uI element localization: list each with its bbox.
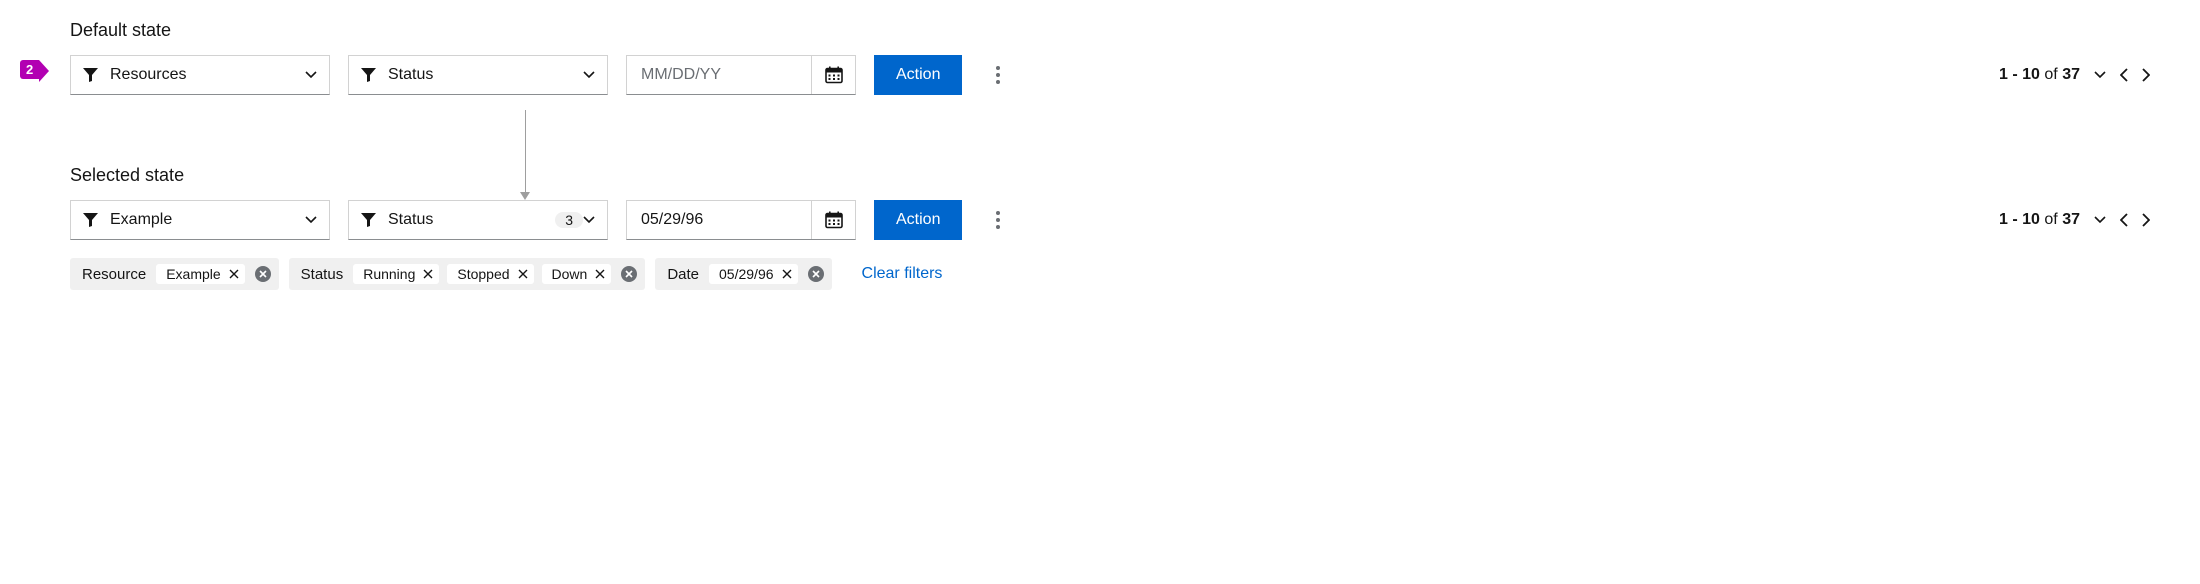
calendar-button[interactable]: [811, 56, 855, 94]
status-filter-label: Status: [388, 66, 583, 84]
filter-chips-row: Resource Example Status Running Stopped: [70, 258, 2150, 290]
pagination-next-button[interactable]: [2142, 213, 2150, 227]
pagination: 1 - 10 of 37: [1999, 211, 2150, 229]
filter-icon: [83, 213, 98, 227]
calendar-icon: [825, 211, 843, 229]
selected-state-section: Selected state Example Status 3 05/29/96: [50, 165, 2150, 290]
chip-text: Running: [363, 266, 415, 282]
kebab-menu-button[interactable]: [980, 57, 1016, 93]
chip-group-close-button[interactable]: [808, 266, 824, 282]
filter-icon: [83, 68, 98, 82]
caret-down-icon: [305, 216, 317, 224]
pagination: 1 - 10 of 37: [1999, 66, 2150, 84]
kebab-icon: [996, 211, 1000, 229]
date-placeholder: MM/DD/YY: [641, 66, 721, 84]
chip-text: Down: [552, 266, 588, 282]
filter-chip: Running: [353, 264, 439, 284]
chip-group-label: Date: [667, 266, 699, 283]
pagination-prev-button[interactable]: [2120, 68, 2128, 82]
action-button[interactable]: Action: [874, 200, 962, 240]
chip-remove-button[interactable]: [595, 269, 605, 279]
chip-group-label: Resource: [82, 266, 146, 283]
chip-remove-button[interactable]: [518, 269, 528, 279]
pagination-prev-button[interactable]: [2120, 213, 2128, 227]
clear-filters-link[interactable]: Clear filters: [862, 265, 943, 283]
filter-chip: Example: [156, 264, 244, 284]
filter-chip: 05/29/96: [709, 264, 798, 284]
date-input[interactable]: 05/29/96: [626, 200, 856, 240]
kebab-menu-button[interactable]: [980, 202, 1016, 238]
caret-down-icon: [583, 216, 595, 224]
action-button[interactable]: Action: [874, 55, 962, 95]
default-state-section: 2 Default state Resources Status MM/DD/Y…: [50, 20, 2150, 95]
filter-icon: [361, 213, 376, 227]
pagination-next-button[interactable]: [2142, 68, 2150, 82]
filter-chip: Stopped: [447, 264, 533, 284]
default-state-title: Default state: [70, 20, 2150, 41]
resources-filter-label: Example: [110, 211, 305, 229]
filter-icon: [361, 68, 376, 82]
chip-remove-button[interactable]: [229, 269, 239, 279]
date-input[interactable]: MM/DD/YY: [626, 55, 856, 95]
status-filter-label: Status: [388, 211, 545, 229]
pagination-text: 1 - 10 of 37: [1999, 211, 2080, 229]
status-filter-dropdown[interactable]: Status: [348, 55, 608, 95]
default-toolbar: Resources Status MM/DD/YY Action: [70, 55, 2150, 95]
caret-down-icon: [305, 71, 317, 79]
chip-group-close-button[interactable]: [621, 266, 637, 282]
chip-text: Stopped: [457, 266, 509, 282]
pagination-dropdown-toggle[interactable]: [2094, 71, 2106, 79]
calendar-button[interactable]: [811, 201, 855, 239]
chip-remove-button[interactable]: [782, 269, 792, 279]
chip-group-label: Status: [301, 266, 344, 283]
status-count-badge: 3: [555, 212, 583, 228]
chip-text: 05/29/96: [719, 266, 774, 282]
resource-chip-group: Resource Example: [70, 258, 279, 290]
selected-toolbar: Example Status 3 05/29/96 Action: [70, 200, 2150, 240]
resources-filter-dropdown[interactable]: Example: [70, 200, 330, 240]
chip-group-close-button[interactable]: [255, 266, 271, 282]
resources-filter-label: Resources: [110, 66, 305, 84]
caret-down-icon: [583, 71, 595, 79]
pagination-dropdown-toggle[interactable]: [2094, 216, 2106, 224]
calendar-icon: [825, 66, 843, 84]
chip-text: Example: [166, 266, 220, 282]
selected-state-title: Selected state: [70, 165, 2150, 186]
annotation-badge: 2: [20, 60, 39, 79]
date-value: 05/29/96: [641, 211, 703, 229]
date-chip-group: Date 05/29/96: [655, 258, 831, 290]
resources-filter-dropdown[interactable]: Resources: [70, 55, 330, 95]
filter-chip: Down: [542, 264, 612, 284]
pagination-text: 1 - 10 of 37: [1999, 66, 2080, 84]
chip-remove-button[interactable]: [423, 269, 433, 279]
kebab-icon: [996, 66, 1000, 84]
status-chip-group: Status Running Stopped Down: [289, 258, 646, 290]
status-filter-dropdown[interactable]: Status 3: [348, 200, 608, 240]
